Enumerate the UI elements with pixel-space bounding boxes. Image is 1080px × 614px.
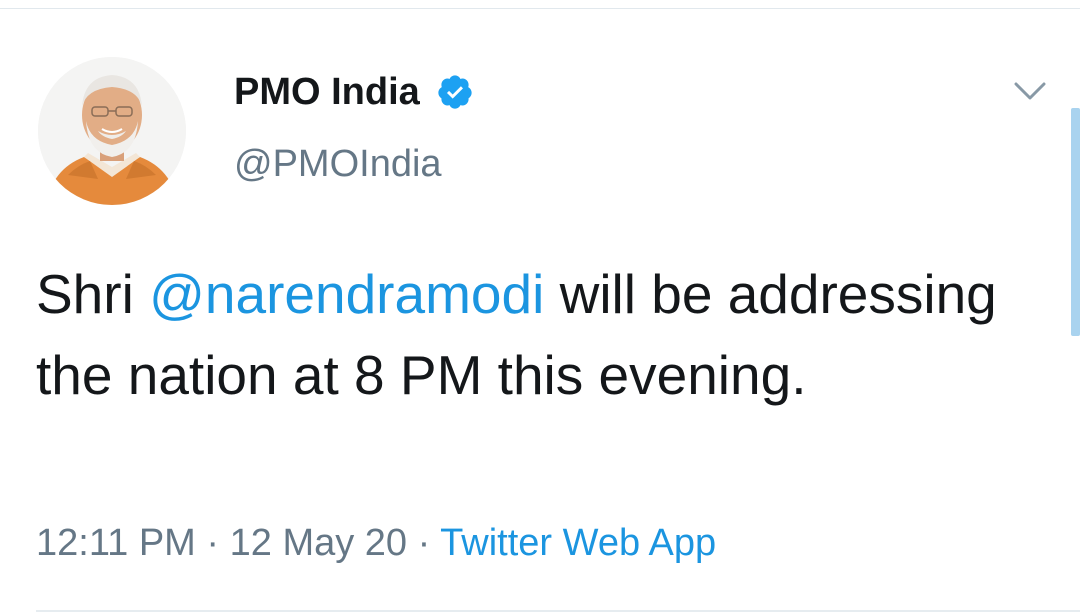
mention-link[interactable]: @narendramodi <box>149 263 544 325</box>
scrollbar[interactable] <box>1071 108 1080 336</box>
meta-separator: · <box>195 522 230 564</box>
tweet-meta: 12:11 PM · 12 May 20 · Twitter Web App <box>36 522 716 565</box>
top-divider <box>0 8 1080 9</box>
avatar[interactable] <box>38 57 186 205</box>
tweet-detail-view: PMO India @PMOIndia Shri @narendramodi w… <box>0 0 1080 614</box>
tweet-source-link[interactable]: Twitter Web App <box>440 522 716 564</box>
tweet-time[interactable]: 12:11 PM <box>36 522 196 564</box>
tweet-text: Shri @narendramodi will be addressing th… <box>36 254 1046 416</box>
verified-badge-icon <box>436 73 474 111</box>
meta-separator: · <box>407 522 441 564</box>
avatar-image <box>38 57 186 205</box>
bottom-divider <box>36 610 1080 612</box>
author-name-row[interactable]: PMO India <box>234 68 474 116</box>
chevron-down-icon[interactable] <box>1010 74 1050 106</box>
author-handle[interactable]: @PMOIndia <box>234 143 442 186</box>
tweet-date[interactable]: 12 May 20 <box>230 522 407 564</box>
tweet-text-before: Shri <box>36 263 150 325</box>
author-display-name[interactable]: PMO India <box>234 71 420 114</box>
